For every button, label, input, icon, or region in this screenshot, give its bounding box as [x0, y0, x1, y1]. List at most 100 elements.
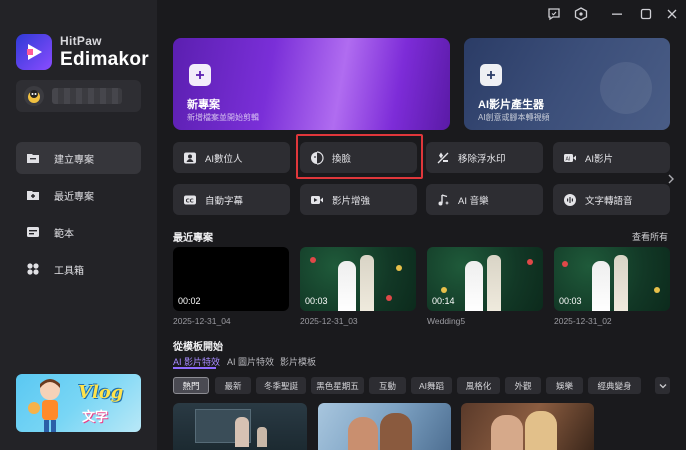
recent-project-thumbnail[interactable]: 00:02 — [173, 247, 289, 311]
tab-video-templates[interactable]: 影片模板 — [280, 355, 316, 368]
decoration-dot — [654, 287, 660, 293]
decoration-dot — [386, 295, 392, 301]
tool-label: 自動字幕 — [205, 195, 244, 207]
plus-icon — [189, 64, 211, 86]
tab-ai-image-effects[interactable]: AI 圖片特效 — [227, 355, 274, 368]
tool-auto-subtitle[interactable]: CC 自動字幕 — [173, 184, 290, 215]
sidebar-item-recent-projects[interactable]: 最近專案 — [16, 179, 141, 211]
tool-label: AI數位人 — [205, 153, 243, 165]
decoration-dot — [396, 265, 402, 271]
tool-video-enhance[interactable]: 影片增強 — [300, 184, 417, 215]
project-name: Wedding5 — [427, 316, 466, 326]
groom-figure — [487, 255, 501, 311]
project-name: 2025-12-31_03 — [300, 316, 358, 326]
maximize-button[interactable] — [638, 6, 654, 22]
chip-stylize[interactable]: 風格化 — [457, 377, 500, 394]
brand-line1: HitPaw — [60, 34, 102, 48]
sidebar-item-label: 最近專案 — [54, 191, 94, 203]
see-all-link[interactable]: 查看所有 — [632, 230, 668, 243]
chip-latest[interactable]: 最新 — [215, 377, 251, 394]
close-icon — [667, 9, 677, 19]
person-card-icon — [183, 151, 197, 165]
plus-icon — [480, 64, 502, 86]
chat-icon — [548, 8, 560, 21]
minimize-button[interactable] — [609, 6, 625, 22]
sidebar-nav: 建立專案 最近專案 範本 工具箱 — [16, 142, 141, 290]
feedback-button[interactable] — [546, 6, 562, 22]
ai-video-subtitle: AI創意或腳本轉視頻 — [478, 113, 550, 122]
new-project-card[interactable]: 新專案 新增檔案並開始剪輯 — [173, 38, 450, 130]
recent-projects-title: 最近專案 — [173, 233, 213, 244]
settings-button[interactable] — [573, 6, 589, 22]
chip-classic-transform[interactable]: 經典變身 — [588, 377, 641, 394]
promo-character-icon — [28, 379, 60, 432]
cc-icon: CC — [183, 193, 197, 207]
sidebar-item-create-project[interactable]: 建立專案 — [16, 142, 141, 174]
sidebar-item-label: 工具箱 — [54, 265, 84, 277]
tool-face-swap[interactable]: 換臉 — [300, 142, 417, 173]
app-logo: HitPaw Edimakor — [16, 34, 149, 70]
project-duration: 00:03 — [559, 296, 582, 306]
chip-entertainment[interactable]: 娛樂 — [546, 377, 583, 394]
template-face-figure — [491, 415, 523, 450]
template-card[interactable] — [461, 403, 594, 450]
brand-line2: Edimakor — [60, 49, 149, 70]
waveform-icon — [563, 193, 577, 207]
sidebar: HitPaw Edimakor 建立專案 最近專案 範本 工具箱 Vlog 文字 — [0, 0, 157, 450]
vlog-promo-banner[interactable]: Vlog 文字 — [16, 374, 141, 432]
chip-popular[interactable]: 熱門 — [173, 377, 209, 394]
ai-video-icon: AI — [563, 151, 577, 165]
user-account-button[interactable] — [16, 80, 141, 112]
tool-label: 換臉 — [332, 153, 352, 165]
template-person-figure — [257, 427, 267, 447]
folder-plus-icon — [26, 188, 40, 202]
recent-project-thumbnail[interactable]: 00:14 — [427, 247, 543, 311]
toolbox-icon — [26, 262, 40, 276]
recent-project-thumbnail[interactable]: 00:03 — [300, 247, 416, 311]
chip-ai-dance[interactable]: AI舞蹈 — [411, 377, 452, 394]
project-duration: 00:02 — [178, 296, 201, 306]
tools-scroll-right-button[interactable] — [664, 170, 678, 188]
music-note-icon — [436, 193, 450, 207]
bride-figure — [338, 261, 356, 311]
groom-figure — [614, 255, 628, 311]
close-button[interactable] — [664, 6, 680, 22]
tool-label: 影片增強 — [332, 195, 371, 207]
edimakor-logo-icon — [16, 34, 52, 70]
sidebar-item-toolbox[interactable]: 工具箱 — [16, 253, 141, 285]
tool-label: 文字轉語音 — [585, 195, 633, 207]
promo-subtitle: 文字 — [82, 409, 109, 424]
minimize-icon — [612, 13, 622, 15]
promo-title: Vlog — [78, 382, 124, 403]
recent-project-thumbnail[interactable]: 00:03 — [554, 247, 670, 311]
templates-title: 從模板開始 — [173, 342, 223, 353]
tool-ai-music[interactable]: AI 音樂 — [426, 184, 543, 215]
tool-remove-watermark[interactable]: 移除浮水印 — [426, 142, 543, 173]
decoration-dot — [562, 261, 568, 267]
template-person-figure — [235, 417, 249, 447]
video-enhance-icon — [310, 193, 324, 207]
template-icon — [26, 225, 40, 239]
tool-text-to-speech[interactable]: 文字轉語音 — [553, 184, 670, 215]
tool-ai-video[interactable]: AI AI影片 — [553, 142, 670, 173]
chip-black-friday[interactable]: 黑色星期五 — [311, 377, 364, 394]
bride-figure — [465, 261, 483, 311]
project-duration: 00:14 — [432, 296, 455, 306]
active-tab-indicator — [173, 367, 216, 369]
template-card[interactable] — [318, 403, 451, 450]
chip-winter-christmas[interactable]: 冬季聖誕 — [256, 377, 306, 394]
chip-appearance[interactable]: 外觀 — [505, 377, 541, 394]
sidebar-item-templates[interactable]: 範本 — [16, 216, 141, 248]
maximize-icon — [640, 8, 652, 20]
project-name: 2025-12-31_04 — [173, 316, 231, 326]
tool-ai-avatar[interactable]: AI數位人 — [173, 142, 290, 173]
chips-expand-button[interactable] — [655, 377, 670, 394]
username-blurred — [52, 88, 122, 104]
chip-interactive[interactable]: 互動 — [369, 377, 406, 394]
play-decoration-icon — [600, 62, 652, 114]
sidebar-item-label: 建立專案 — [54, 154, 94, 166]
avatar — [24, 86, 44, 106]
face-swap-icon — [310, 150, 324, 165]
ai-video-generator-card[interactable]: AI影片產生器 AI創意或腳本轉視頻 — [464, 38, 670, 130]
template-card[interactable] — [173, 403, 307, 450]
